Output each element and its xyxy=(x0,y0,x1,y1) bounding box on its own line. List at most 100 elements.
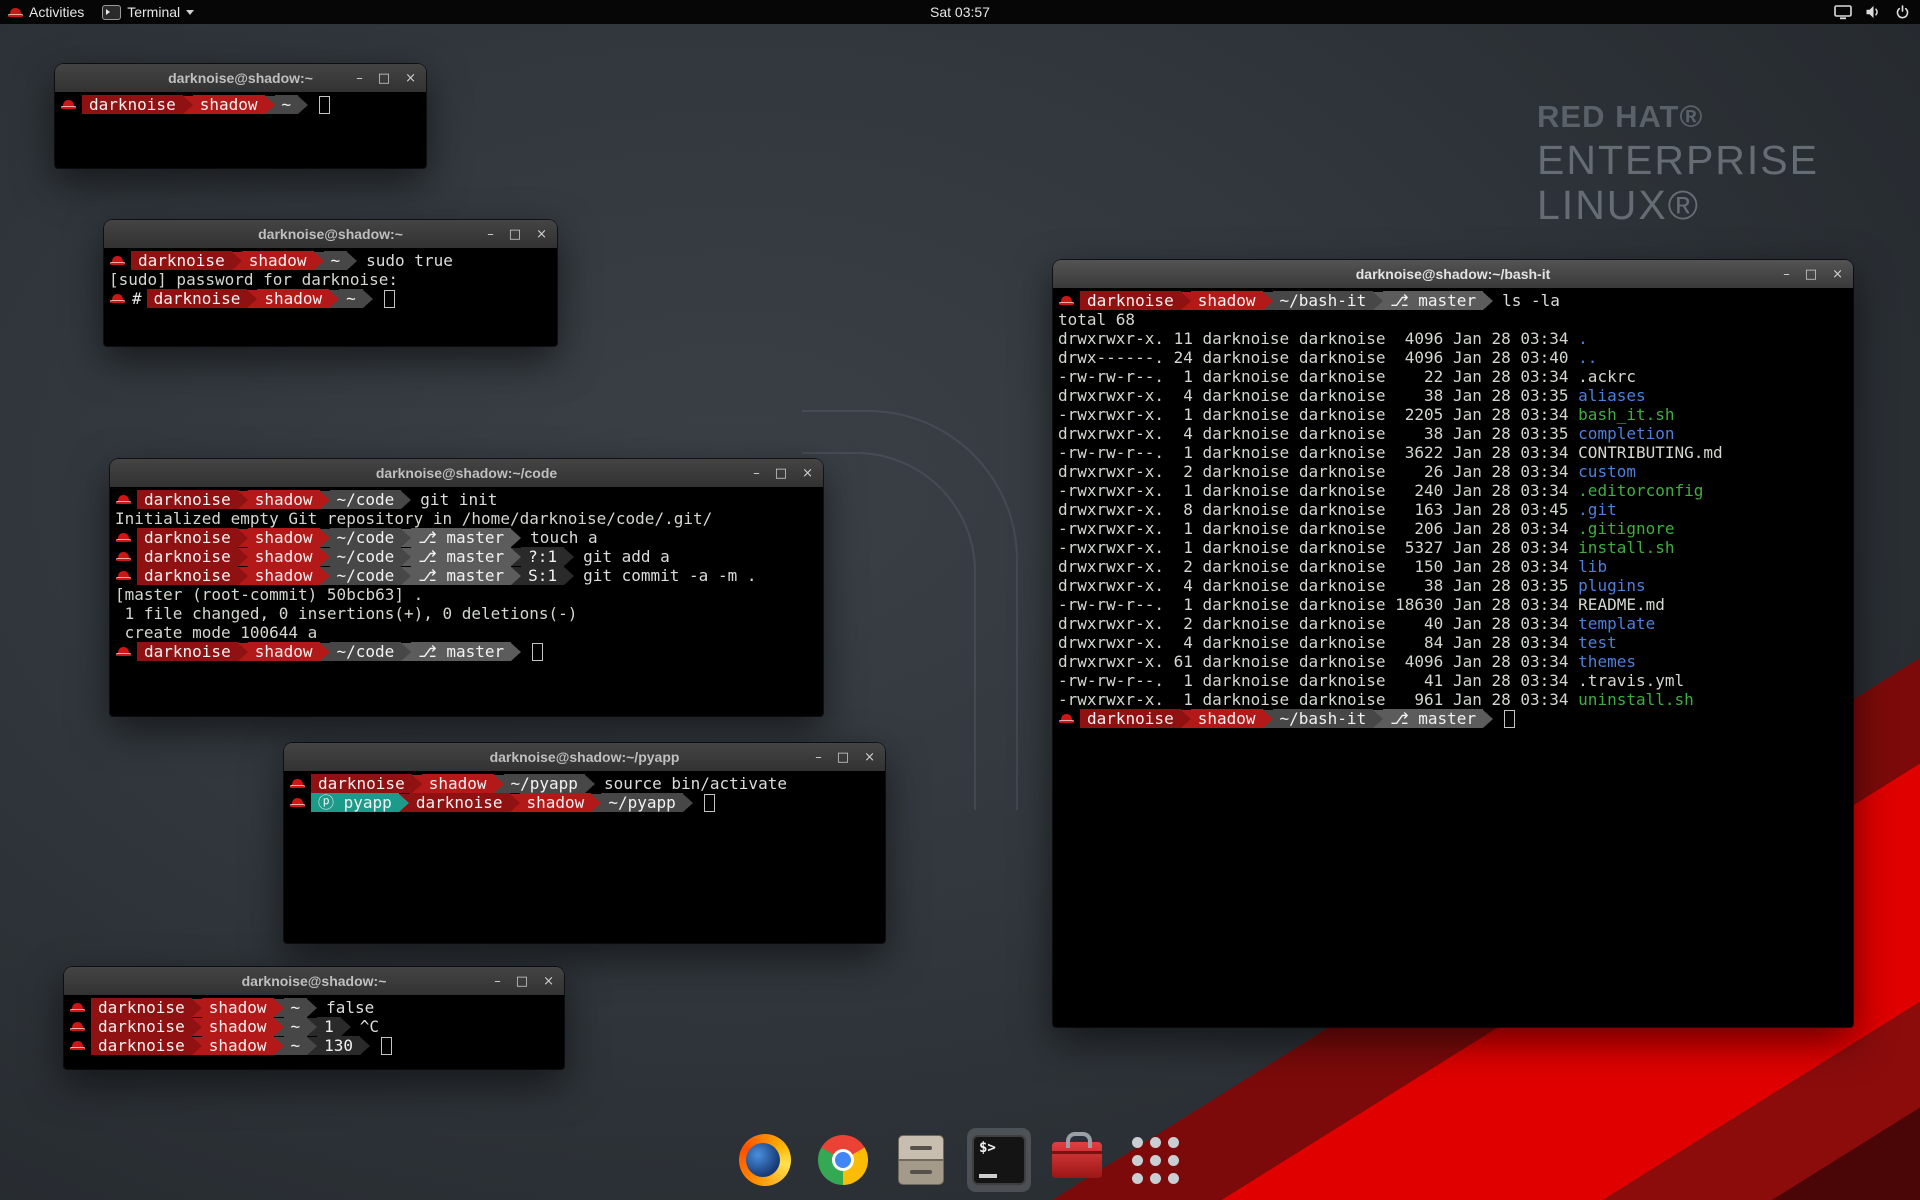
window-titlebar[interactable]: darknoise@shadow:~/pyapp– □ × xyxy=(284,743,885,772)
file-meta-text: drwx------. 24 darknoise darknoise 4096 … xyxy=(1056,348,1578,367)
terminal-body[interactable]: darknoiseshadow~/pyappsource bin/activat… xyxy=(284,771,885,943)
prompt-segment-user: darknoise xyxy=(137,566,238,585)
dock-app-grid-icon[interactable] xyxy=(1123,1128,1187,1192)
window-titlebar[interactable]: darknoise@shadow:~/code–□× xyxy=(110,459,823,488)
terminal-body[interactable]: darknoiseshadow~/bash-it⎇ masterls -lato… xyxy=(1053,288,1853,1027)
file-meta-text: drwxrwxr-x. 2 darknoise darknoise 150 Ja… xyxy=(1056,557,1578,576)
terminal-output-line: drwxrwxr-x. 4 darknoise darknoise 84 Jan… xyxy=(1056,633,1850,652)
terminal-output-line: drwxrwxr-x. 2 darknoise darknoise 40 Jan… xyxy=(1056,614,1850,633)
dock-terminal-icon[interactable]: $> xyxy=(967,1128,1031,1192)
prompt-segment-path: ~ xyxy=(284,998,308,1017)
powerline-arrow-icon xyxy=(401,567,411,585)
window-titlebar[interactable]: darknoise@shadow:~/bash-it–□× xyxy=(1053,260,1853,289)
window-maximize-button[interactable]: □ xyxy=(378,72,390,85)
terminal-body[interactable]: darknoiseshadow~ xyxy=(55,92,426,168)
power-icon[interactable] xyxy=(1895,5,1910,20)
powerline-arrow-icon xyxy=(1373,292,1383,310)
terminal-window-5: darknoise@shadow:~– □ × darknoiseshadow~fal… xyxy=(64,967,564,1069)
toolbox-logo xyxy=(1052,1142,1102,1178)
window-minimize-button[interactable]: – xyxy=(815,751,822,764)
window-minimize-button[interactable]: – xyxy=(1783,268,1790,281)
powerline-arrow-icon xyxy=(585,775,595,793)
terminal-output-line: -rw-rw-r--. 1 darknoise darknoise 3622 J… xyxy=(1056,443,1850,462)
window-close-button[interactable]: × xyxy=(864,751,875,764)
app-grid-dot xyxy=(1132,1137,1143,1148)
redhat-prompt-icon xyxy=(70,1020,85,1033)
prompt-segment-user: darknoise xyxy=(137,547,238,566)
window-title: darknoise@shadow:~/pyapp xyxy=(284,743,885,771)
powerline-arrow-icon xyxy=(591,794,601,812)
window-minimize-button[interactable]: – xyxy=(494,975,501,988)
prompt-segment-host: shadow xyxy=(193,95,265,114)
command-text: git init xyxy=(411,490,497,509)
prompt-segment-path: ~/pyapp xyxy=(504,774,585,793)
prompt-segment-host: shadow xyxy=(242,251,314,270)
dock-chrome-icon[interactable] xyxy=(811,1128,875,1192)
window-minimize-button[interactable]: – xyxy=(487,228,494,241)
terminal-window-2: darknoise@shadow:~–□×darknoiseshadow~sud… xyxy=(104,220,557,346)
prompt-segment-host: shadow xyxy=(422,774,494,793)
app-grid-dot xyxy=(1168,1137,1179,1148)
terminal-window-3: darknoise@shadow:~/code–□×darknoiseshado… xyxy=(110,459,823,716)
terminal-body[interactable]: darknoiseshadow~/codegit initInitialized… xyxy=(110,487,823,716)
terminal-output-line: drwxrwxr-x. 4 darknoise darknoise 38 Jan… xyxy=(1056,386,1850,405)
dock-toolbox-icon[interactable] xyxy=(1045,1128,1109,1192)
window-controls: – □ × xyxy=(356,64,416,92)
terminal-cursor xyxy=(384,290,395,308)
window-controls: – □ × xyxy=(815,743,875,771)
terminal-body[interactable]: darknoiseshadow~sudo true[sudo] password… xyxy=(104,248,557,346)
powerline-arrow-icon xyxy=(1483,292,1493,310)
window-titlebar[interactable]: darknoise@shadow:~–□× xyxy=(104,220,557,249)
dock-files-icon[interactable] xyxy=(889,1128,953,1192)
desktop[interactable]: RED HAT® ENTERPRISE LINUX® darknoise@sha… xyxy=(0,0,1920,1200)
terminal-output-line: total 68 xyxy=(1056,310,1850,329)
file-meta-text: drwxrwxr-x. 61 darknoise darknoise 4096 … xyxy=(1056,652,1578,671)
window-minimize-button[interactable]: – xyxy=(753,467,760,480)
clock[interactable]: Sat 03:57 xyxy=(930,0,990,24)
window-close-button[interactable]: × xyxy=(1832,268,1843,281)
redhat-prompt-icon xyxy=(116,531,131,544)
window-close-button[interactable]: × xyxy=(405,72,416,85)
powerline-arrow-icon xyxy=(192,999,202,1017)
powerline-arrow-icon xyxy=(192,1037,202,1055)
command-text: sudo true xyxy=(357,251,453,270)
powerline-arrow-icon xyxy=(320,491,330,509)
window-close-button[interactable]: × xyxy=(543,975,554,988)
powerline-arrow-icon xyxy=(320,643,330,661)
prompt-segment-host: shadow xyxy=(1191,709,1263,728)
window-title: darknoise@shadow:~ xyxy=(64,967,564,995)
window-maximize-button[interactable]: □ xyxy=(509,228,521,241)
file-name: README.md xyxy=(1578,595,1665,614)
file-meta-text: drwxrwxr-x. 4 darknoise darknoise 84 Jan… xyxy=(1056,633,1578,652)
powerline-arrow-icon xyxy=(360,1037,370,1055)
volume-icon[interactable] xyxy=(1865,5,1882,19)
activities-button[interactable]: Activities xyxy=(0,0,92,24)
file-name: lib xyxy=(1578,557,1607,576)
redhat-prompt-icon xyxy=(70,1001,85,1014)
window-maximize-button[interactable]: □ xyxy=(837,751,849,764)
window-maximize-button[interactable]: □ xyxy=(1805,268,1817,281)
powerline-arrow-icon xyxy=(298,96,308,114)
terminal-body[interactable]: darknoiseshadow~falsedarknoiseshadow~1^C… xyxy=(64,995,564,1069)
prompt-segment-host: shadow xyxy=(1191,291,1263,310)
app-menu-terminal[interactable]: Terminal xyxy=(92,0,204,24)
file-name: CONTRIBUTING.md xyxy=(1578,443,1723,462)
file-name: test xyxy=(1578,633,1617,652)
powerline-arrow-icon xyxy=(401,529,411,547)
window-maximize-button[interactable]: □ xyxy=(775,467,787,480)
redhat-prompt-icon xyxy=(290,796,305,809)
window-minimize-button[interactable]: – xyxy=(356,72,363,85)
dock-firefox-icon[interactable] xyxy=(733,1128,797,1192)
prompt-segment-path: ~/code xyxy=(330,528,402,547)
window-maximize-button[interactable]: □ xyxy=(516,975,528,988)
system-status-area xyxy=(1834,0,1910,24)
window-titlebar[interactable]: darknoise@shadow:~– □ × xyxy=(64,967,564,996)
window-close-button[interactable]: × xyxy=(536,228,547,241)
terminal-output-line: -rw-rw-r--. 1 darknoise darknoise 22 Jan… xyxy=(1056,367,1850,386)
window-close-button[interactable]: × xyxy=(802,467,813,480)
window-titlebar[interactable]: darknoise@shadow:~–□× xyxy=(55,64,426,93)
prompt-segment-host: shadow xyxy=(257,289,329,308)
display-icon[interactable] xyxy=(1834,5,1852,20)
powerline-arrow-icon xyxy=(238,643,248,661)
output-text: [master (root-commit) 50bcb63] . xyxy=(113,585,423,604)
